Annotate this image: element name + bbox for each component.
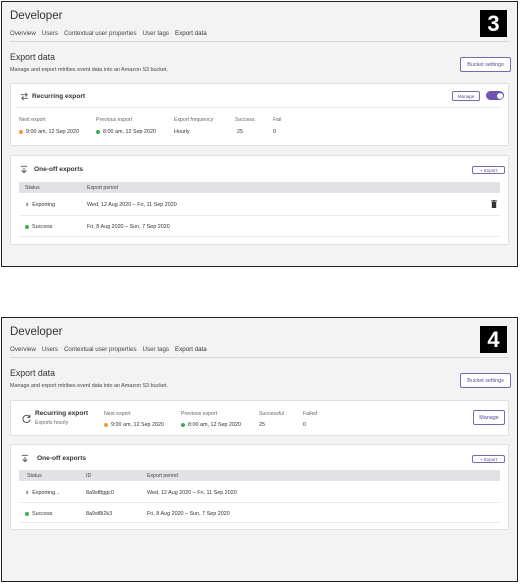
nav-divider [10, 41, 509, 42]
table-header: Status Export period [19, 182, 500, 193]
table-row-id: 8a9sf8i2k3 [86, 511, 113, 517]
fail-count: 0 [273, 129, 276, 135]
next-export-text: 9:00 am, 12 Sep 2020 [26, 129, 80, 135]
exporting-icon: ⇟ [25, 490, 30, 496]
status-text: Exporting [32, 202, 55, 208]
status-column-header: Status [27, 472, 42, 479]
export-button[interactable]: + Export [472, 455, 505, 463]
next-export-text: 9:00 am, 12 Sep 2020 [111, 422, 165, 428]
green-dot-icon [25, 224, 29, 229]
next-export-value: 9:00 am, 12 Sep 2020 [19, 129, 79, 135]
green-dot-icon [25, 511, 29, 516]
bucket-settings-button[interactable]: Bucket settings [460, 373, 511, 388]
previous-export-value: 8:00 am, 12 Sep 2020 [96, 129, 156, 135]
table-row-status: Success [25, 511, 52, 517]
failed-label: Failed [303, 411, 318, 417]
export-frequency-label: Export frequency [174, 117, 214, 123]
id-column-header: ID [86, 472, 92, 479]
green-dot-icon [181, 422, 185, 427]
download-icon [20, 165, 28, 174]
failed-count: 0 [303, 422, 306, 428]
orange-dot-icon [104, 422, 108, 427]
period-column-header: Export period [147, 472, 178, 479]
oneoff-exports-card: One-off exports + Export Status Export p… [10, 155, 509, 245]
refresh-icon [22, 414, 31, 423]
green-dot-icon [96, 129, 100, 134]
orange-dot-icon [19, 129, 23, 134]
next-export-label: Next export [104, 411, 131, 417]
row-divider [19, 522, 500, 523]
successful-count: 25 [259, 422, 265, 428]
oneoff-exports-title: One-off exports [37, 455, 87, 462]
recurring-export-title: Recurring export [32, 93, 86, 100]
table-row-status: ⇟ Exporting [25, 202, 55, 208]
row-divider [19, 502, 500, 503]
next-export-value: 9:00 am, 12 Sep 2020 [104, 422, 164, 428]
step-badge: 3 [480, 10, 507, 37]
table-row-status: ⇟ Exporting... [25, 490, 59, 496]
row-divider [19, 236, 500, 237]
repeat-icon [20, 92, 29, 101]
row-divider [19, 215, 500, 216]
previous-export-text: 8:00 am, 12 Sep 2020 [188, 422, 242, 428]
fail-label: Fail [273, 117, 282, 123]
export-button[interactable]: + Export [472, 166, 505, 174]
nav-divider [10, 357, 509, 358]
status-column-header: Status [25, 184, 40, 191]
section-title: Export data [10, 52, 55, 62]
recurring-export-subtitle: Exports hourly [35, 420, 69, 426]
app-title: Developer [10, 10, 63, 22]
table-row-status: Success [25, 224, 52, 230]
previous-export-label: Previous export [181, 411, 218, 417]
status-text: Success [32, 224, 53, 230]
table-row-period: Wed, 12 Aug 2020 – Fri, 11 Sep 2020 [147, 490, 237, 496]
table-row-period: Fri, 8 Aug 2020 – Sun, 7 Sep 2020 [87, 224, 170, 230]
card-divider [17, 107, 502, 108]
success-count: 25 [237, 129, 243, 135]
app-title: Developer [10, 326, 63, 338]
bucket-settings-button[interactable]: Bucket settings [460, 57, 511, 72]
section-title: Export data [10, 368, 55, 378]
previous-export-value: 8:00 am, 12 Sep 2020 [181, 422, 241, 428]
trash-icon[interactable] [491, 200, 497, 208]
previous-export-label: Previous export [96, 117, 133, 123]
period-column-header: Export period [87, 184, 118, 191]
exporting-icon: ⇟ [25, 202, 30, 208]
oneoff-exports-title: One-off exports [34, 166, 84, 173]
table-row-period: Wed, 12 Aug 2020 – Fri, 11 Sep 2020 [87, 202, 177, 208]
section-description: Manage and export mtribes event data int… [10, 67, 168, 73]
successful-label: Successful [259, 411, 285, 417]
table-row-period: Fri, 8 Aug 2020 – Sun, 7 Sep 2020 [147, 511, 230, 517]
recurring-export-toggle[interactable] [486, 91, 504, 100]
section-description: Manage and export mtribes event data int… [10, 383, 168, 389]
status-text: Exporting... [32, 490, 60, 496]
recurring-export-card: Recurring export Exports hourly Next exp… [10, 400, 509, 436]
screen-4-panel: 4 Developer Overview Users Contextual us… [1, 317, 518, 582]
status-text: Success [32, 511, 53, 517]
table-row-id: 8a9sf8ggc0 [86, 490, 114, 496]
recurring-export-card: Recurring export Manage Next export Prev… [10, 83, 509, 146]
step-badge: 4 [480, 326, 507, 353]
recurring-export-title: Recurring export [35, 410, 89, 417]
previous-export-text: 8:00 am, 12 Sep 2020 [103, 129, 157, 135]
manage-button[interactable]: Manage [473, 410, 505, 425]
download-icon [21, 454, 29, 463]
next-export-label: Next export [19, 117, 46, 123]
export-frequency-value: Hourly [174, 129, 190, 135]
success-label: Success [235, 117, 255, 123]
manage-button[interactable]: Manage [452, 91, 480, 101]
oneoff-exports-card: One-off exports + Export Status ID Expor… [10, 444, 509, 530]
table-header: Status ID Export period [19, 470, 500, 481]
screen-3-panel: 3 Developer Overview Users Contextual us… [1, 1, 518, 267]
